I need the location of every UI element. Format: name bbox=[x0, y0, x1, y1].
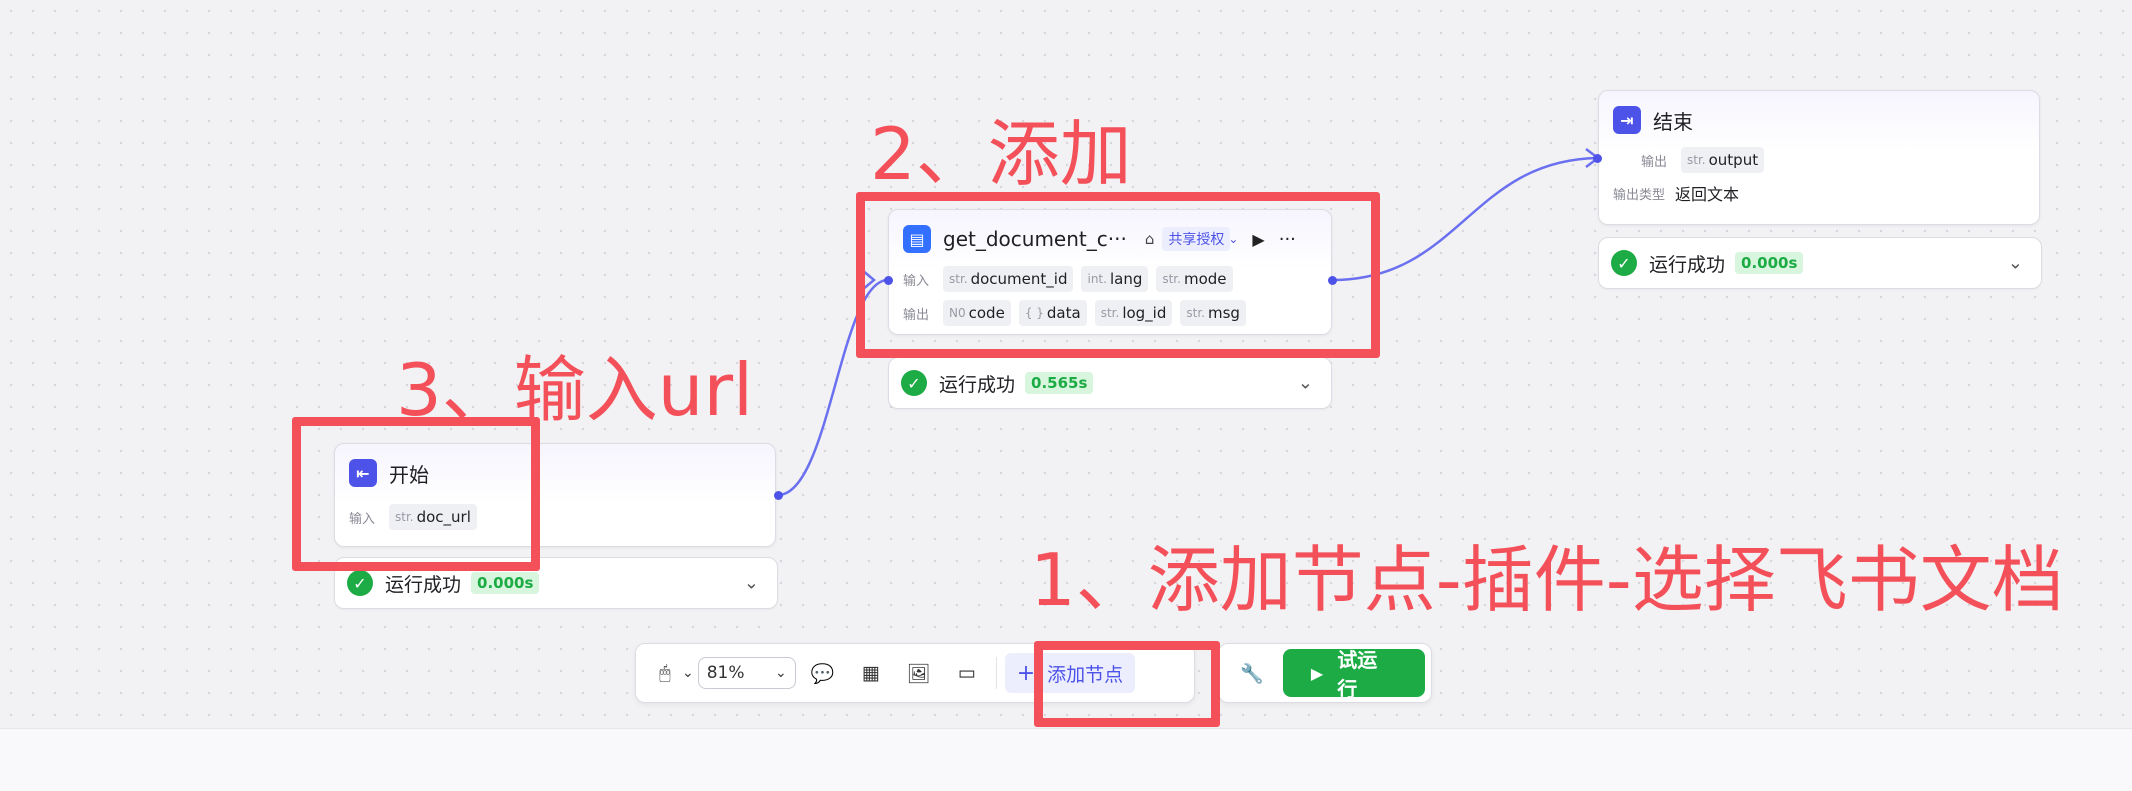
start-status-text: 运行成功 bbox=[385, 573, 462, 596]
chevron-down-icon[interactable]: ⌄ bbox=[1298, 373, 1313, 394]
annotation-box-plugin bbox=[856, 192, 1380, 358]
comment-icon[interactable]: 💬 bbox=[806, 656, 840, 690]
start-output-port[interactable] bbox=[774, 491, 783, 500]
plugin-time-badge: 0.565s bbox=[1025, 372, 1094, 394]
annotation-step3: 3、输入url bbox=[396, 348, 754, 432]
chevron-down-icon[interactable]: ⌄ bbox=[744, 573, 759, 594]
plugin-status-text: 运行成功 bbox=[939, 373, 1016, 396]
end-icon: ⇥ bbox=[1613, 106, 1641, 134]
minimap-icon[interactable]: ▭ bbox=[950, 656, 984, 690]
annotation-step2: 2、添加 bbox=[870, 112, 1132, 196]
play-icon: ▶ bbox=[1310, 663, 1324, 683]
zoom-value: 81% bbox=[706, 663, 745, 683]
wrench-icon[interactable]: 🔧 bbox=[1235, 656, 1269, 690]
end-input-port[interactable] bbox=[1593, 154, 1602, 163]
test-run-label: 试运行 bbox=[1337, 648, 1378, 701]
plus-icon: + bbox=[1016, 660, 1036, 686]
annotation-box-add-node bbox=[1034, 641, 1220, 727]
mouse-chevron-icon[interactable]: ⌄ bbox=[682, 665, 694, 681]
run-toolbar: 🔧 ▶ 试运行 bbox=[1218, 643, 1432, 703]
zoom-chevron-icon: ⌄ bbox=[775, 665, 787, 681]
mouse-icon[interactable]: 🖱 bbox=[648, 656, 682, 690]
end-output-label: 输出 bbox=[1641, 154, 1668, 170]
annotation-box-start bbox=[292, 417, 540, 571]
end-output-chip: str. output bbox=[1681, 147, 1765, 173]
plugin-status-bar[interactable]: ✓ 运行成功 0.565s ⌄ bbox=[888, 357, 1332, 409]
bottom-strip bbox=[0, 728, 2132, 791]
end-node[interactable]: ⇥ 结束 输出 str. output 输出类型 返回文本 bbox=[1598, 90, 2040, 225]
test-run-button[interactable]: ▶ 试运行 bbox=[1282, 648, 1425, 701]
success-check-icon: ✓ bbox=[901, 370, 927, 396]
start-time-badge: 0.000s bbox=[471, 572, 540, 594]
layout-grid-icon[interactable]: ▦ bbox=[854, 656, 888, 690]
end-output-kind-value: 返回文本 bbox=[1675, 185, 1740, 204]
end-status-bar[interactable]: ✓ 运行成功 0.000s ⌄ bbox=[1598, 237, 2042, 289]
end-node-title: 结束 bbox=[1653, 109, 1693, 134]
annotation-step1: 1、添加节点-插件-选择飞书文档 bbox=[1030, 538, 2064, 622]
zoom-select[interactable]: 81% ⌄ bbox=[697, 657, 796, 689]
image-icon[interactable]: 🖼 bbox=[902, 656, 936, 690]
end-status-text: 运行成功 bbox=[1649, 253, 1726, 276]
end-output-kind-label: 输出类型 bbox=[1613, 187, 1666, 203]
success-check-icon: ✓ bbox=[1611, 250, 1637, 276]
end-time-badge: 0.000s bbox=[1735, 252, 1804, 274]
toolbar-divider bbox=[995, 657, 997, 689]
chevron-down-icon[interactable]: ⌄ bbox=[2008, 253, 2023, 274]
success-check-icon: ✓ bbox=[347, 570, 373, 596]
